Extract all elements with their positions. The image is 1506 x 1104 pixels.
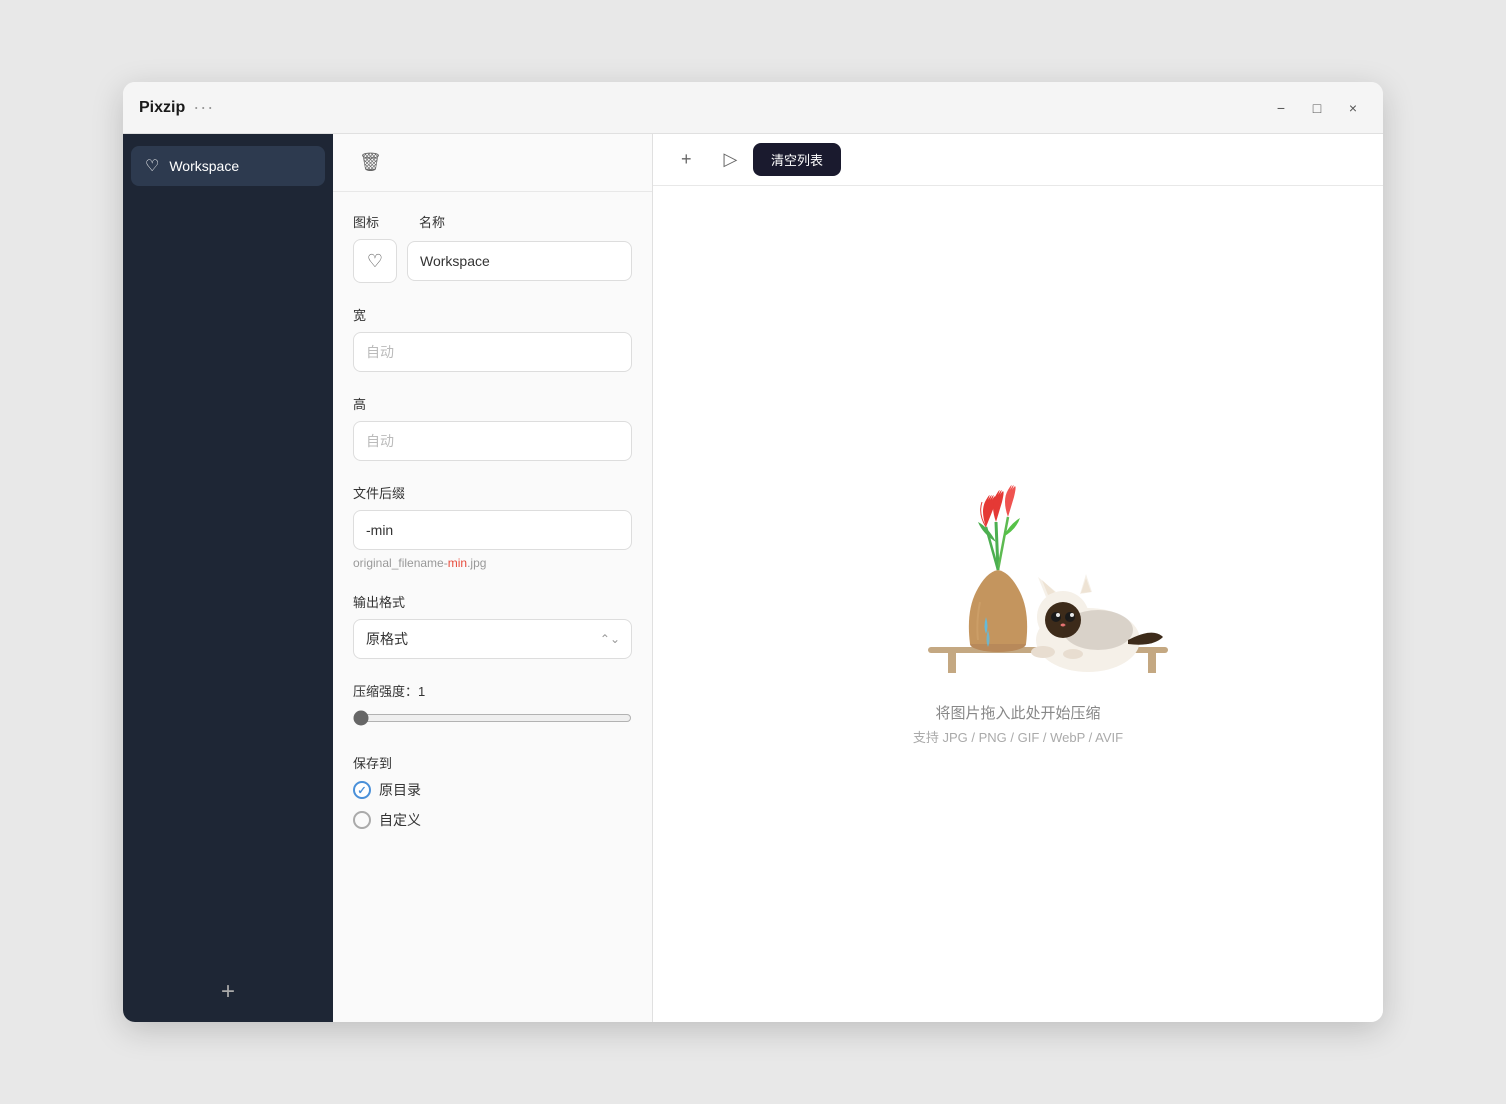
save-to-original-label: 原目录 (379, 780, 421, 800)
height-input[interactable] (353, 421, 632, 461)
start-button[interactable]: ▷ (716, 144, 746, 175)
drop-illustration (868, 462, 1168, 682)
suffix-preview-suffix: .jpg (467, 556, 486, 570)
suffix-preview: original_filename-min.jpg (353, 556, 632, 570)
app-title: Pixzip (139, 99, 185, 117)
name-column-label: 名称 (419, 212, 445, 231)
icon-name-group: 图标 名称 ♡ (353, 212, 632, 283)
add-workspace-button[interactable]: + (209, 974, 247, 1010)
workspace-heart-icon: ♡ (367, 251, 383, 272)
format-group: 输出格式 原格式 JPG PNG WebP AVIF ⌃⌄ (353, 592, 632, 659)
add-file-button[interactable]: + (673, 144, 700, 175)
clear-list-button[interactable]: 清空列表 (753, 143, 841, 176)
sidebar-item-label: Workspace (169, 158, 239, 174)
suffix-label: 文件后缀 (353, 483, 632, 502)
save-to-original[interactable]: ✓ 原目录 (353, 780, 632, 800)
icon-name-row: ♡ (353, 239, 632, 283)
width-input[interactable] (353, 332, 632, 372)
width-group: 宽 (353, 305, 632, 372)
app-window: Pixzip ··· − □ × ♡ Workspace + 🗑 (123, 82, 1383, 1022)
icon-name-header: 图标 名称 (353, 212, 632, 231)
sidebar-item-workspace[interactable]: ♡ Workspace (131, 146, 325, 186)
save-to-group: 保存到 ✓ 原目录 自定义 (353, 753, 632, 830)
save-to-label: 保存到 (353, 753, 632, 772)
title-bar: Pixzip ··· − □ × (123, 82, 1383, 134)
sidebar: ♡ Workspace + (123, 134, 333, 1022)
drop-toolbar: + ▷ ◇ 清空列表 (653, 134, 1383, 186)
drop-text-main: 将图片拖入此处开始压缩 (913, 700, 1123, 727)
icon-column-label: 图标 (353, 212, 379, 231)
height-label: 高 (353, 394, 632, 413)
title-bar-left: Pixzip ··· (139, 97, 214, 118)
radio-unchecked-icon (353, 811, 371, 829)
suffix-group: 文件后缀 original_filename-min.jpg (353, 483, 632, 570)
save-to-radio-group: ✓ 原目录 自定义 (353, 780, 632, 830)
sidebar-bottom: + (131, 962, 325, 1010)
compression-value: 1 (418, 684, 425, 699)
window-controls: − □ × (1267, 94, 1367, 122)
format-select[interactable]: 原格式 JPG PNG WebP AVIF (353, 619, 632, 659)
delete-button[interactable]: 🗑 (353, 148, 388, 177)
workspace-icon: ♡ (145, 156, 159, 176)
drop-instruction-main: 将图片拖入此处开始压缩 支持 JPG / PNG / GIF / WebP / … (913, 700, 1123, 746)
drop-content: 将图片拖入此处开始压缩 支持 JPG / PNG / GIF / WebP / … (653, 186, 1383, 1022)
suffix-preview-highlight: min (448, 556, 467, 570)
compression-slider[interactable] (353, 710, 632, 726)
settings-body: 图标 名称 ♡ 宽 高 (333, 192, 652, 1022)
drop-text-sub: 支持 JPG / PNG / GIF / WebP / AVIF (913, 727, 1123, 746)
save-to-custom[interactable]: 自定义 (353, 810, 632, 830)
checkmark-icon: ✓ (357, 784, 366, 797)
suffix-preview-prefix: original_filename- (353, 556, 448, 570)
suffix-input[interactable] (353, 510, 632, 550)
workspace-icon-picker[interactable]: ♡ (353, 239, 397, 283)
save-to-custom-label: 自定义 (379, 810, 421, 830)
format-select-wrapper: 原格式 JPG PNG WebP AVIF ⌃⌄ (353, 619, 632, 659)
height-group: 高 (353, 394, 632, 461)
settings-toolbar: 🗑 (333, 134, 652, 192)
compression-group: 压缩强度：1 (353, 681, 632, 731)
more-button[interactable]: ··· (193, 97, 214, 118)
drop-area: + ▷ ◇ 清空列表 (653, 134, 1383, 1022)
trash-icon: 🗑 (359, 152, 382, 172)
workspace-name-input[interactable] (407, 241, 632, 281)
close-button[interactable]: × (1339, 94, 1367, 122)
minimize-button[interactable]: − (1267, 94, 1295, 122)
compression-label-text: 压缩强度： (353, 684, 418, 699)
compression-label: 压缩强度：1 (353, 681, 632, 700)
maximize-button[interactable]: □ (1303, 94, 1331, 122)
width-label: 宽 (353, 305, 632, 324)
main-content: ♡ Workspace + 🗑 图标 名称 (123, 134, 1383, 1022)
settings-panel: 🗑 图标 名称 ♡ (333, 134, 653, 1022)
radio-checked-icon: ✓ (353, 781, 371, 799)
format-label: 输出格式 (353, 592, 632, 611)
